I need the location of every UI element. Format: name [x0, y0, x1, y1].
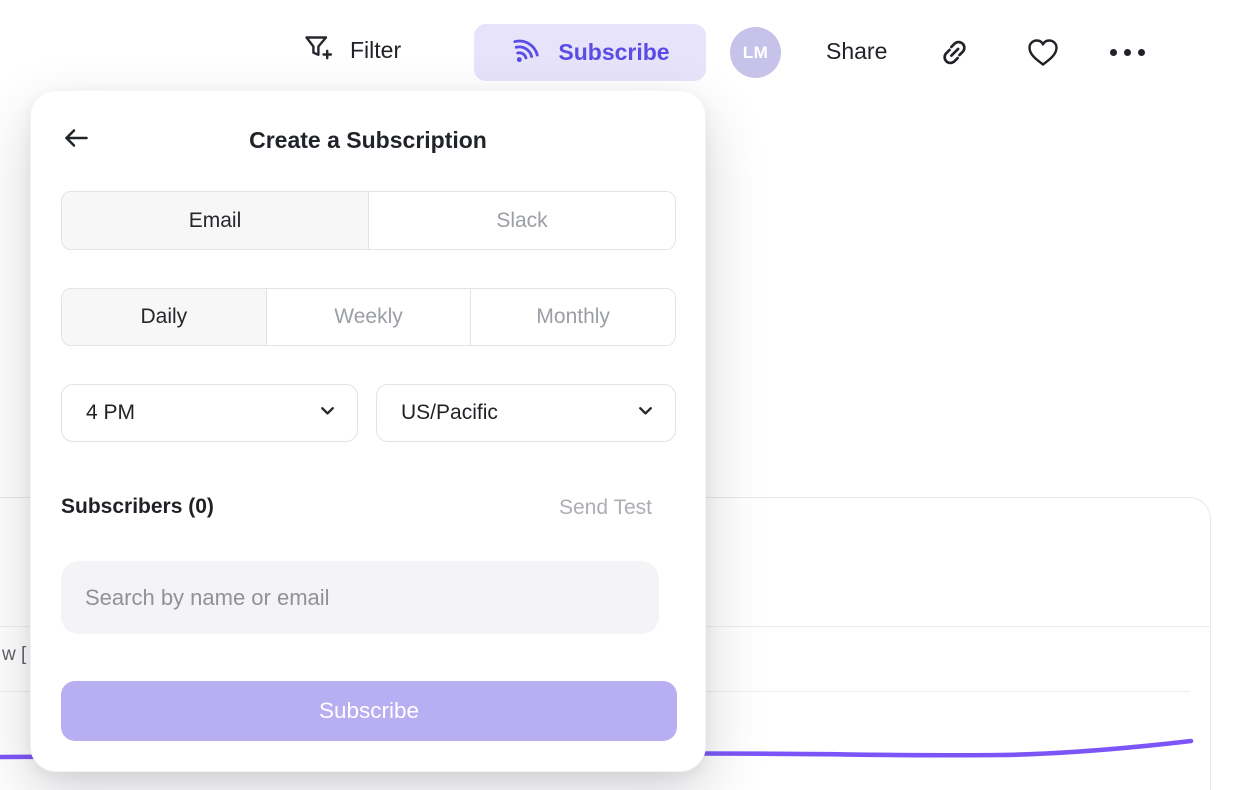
tab-monthly-label: Monthly — [536, 305, 610, 329]
copy-link-button[interactable] — [936, 34, 973, 76]
tab-weekly-label: Weekly — [334, 305, 402, 329]
avatar[interactable]: LM — [730, 27, 781, 78]
subscribe-submit-button[interactable]: Subscribe — [61, 681, 677, 741]
share-button[interactable]: Share — [826, 38, 887, 65]
tab-daily[interactable]: Daily — [62, 289, 267, 345]
filter-label: Filter — [350, 37, 401, 64]
ellipsis-icon — [1110, 49, 1117, 56]
share-label: Share — [826, 38, 887, 65]
more-menu-button[interactable] — [1110, 44, 1145, 60]
channel-segmented-control: Email Slack — [61, 191, 676, 250]
chevron-down-icon — [636, 401, 655, 425]
tab-slack-label: Slack — [496, 209, 547, 233]
ellipsis-icon — [1138, 49, 1145, 56]
avatar-initials: LM — [743, 43, 769, 63]
rss-icon — [510, 33, 544, 72]
tab-daily-label: Daily — [140, 305, 187, 329]
tab-weekly[interactable]: Weekly — [267, 289, 472, 345]
chevron-down-icon — [318, 401, 337, 425]
subscribe-toolbar-label: Subscribe — [558, 39, 669, 66]
filter-button[interactable]: Filter — [300, 30, 401, 71]
subscribers-count-label: Subscribers (0) — [61, 495, 214, 519]
tab-monthly[interactable]: Monthly — [471, 289, 675, 345]
time-select-value: 4 PM — [86, 401, 135, 425]
send-test-button[interactable]: Send Test — [559, 496, 652, 520]
modal-title: Create a Subscription — [31, 127, 705, 154]
link-icon — [936, 34, 973, 76]
frequency-segmented-control: Daily Weekly Monthly — [61, 288, 676, 346]
heart-icon — [1025, 35, 1061, 76]
tab-email-label: Email — [189, 209, 242, 233]
favorite-button[interactable] — [1025, 35, 1061, 76]
clipped-row-text: w [ — [2, 644, 26, 666]
create-subscription-modal: Create a Subscription Email Slack Daily … — [30, 90, 706, 772]
timezone-select[interactable]: US/Pacific — [376, 384, 676, 442]
filter-icon — [300, 30, 336, 71]
ellipsis-icon — [1124, 49, 1131, 56]
time-select[interactable]: 4 PM — [61, 384, 358, 442]
tab-email[interactable]: Email — [62, 192, 369, 249]
subscriber-search-input[interactable] — [61, 561, 659, 634]
timezone-select-value: US/Pacific — [401, 401, 498, 425]
tab-slack[interactable]: Slack — [369, 192, 675, 249]
subscribe-toolbar-button[interactable]: Subscribe — [474, 24, 706, 81]
